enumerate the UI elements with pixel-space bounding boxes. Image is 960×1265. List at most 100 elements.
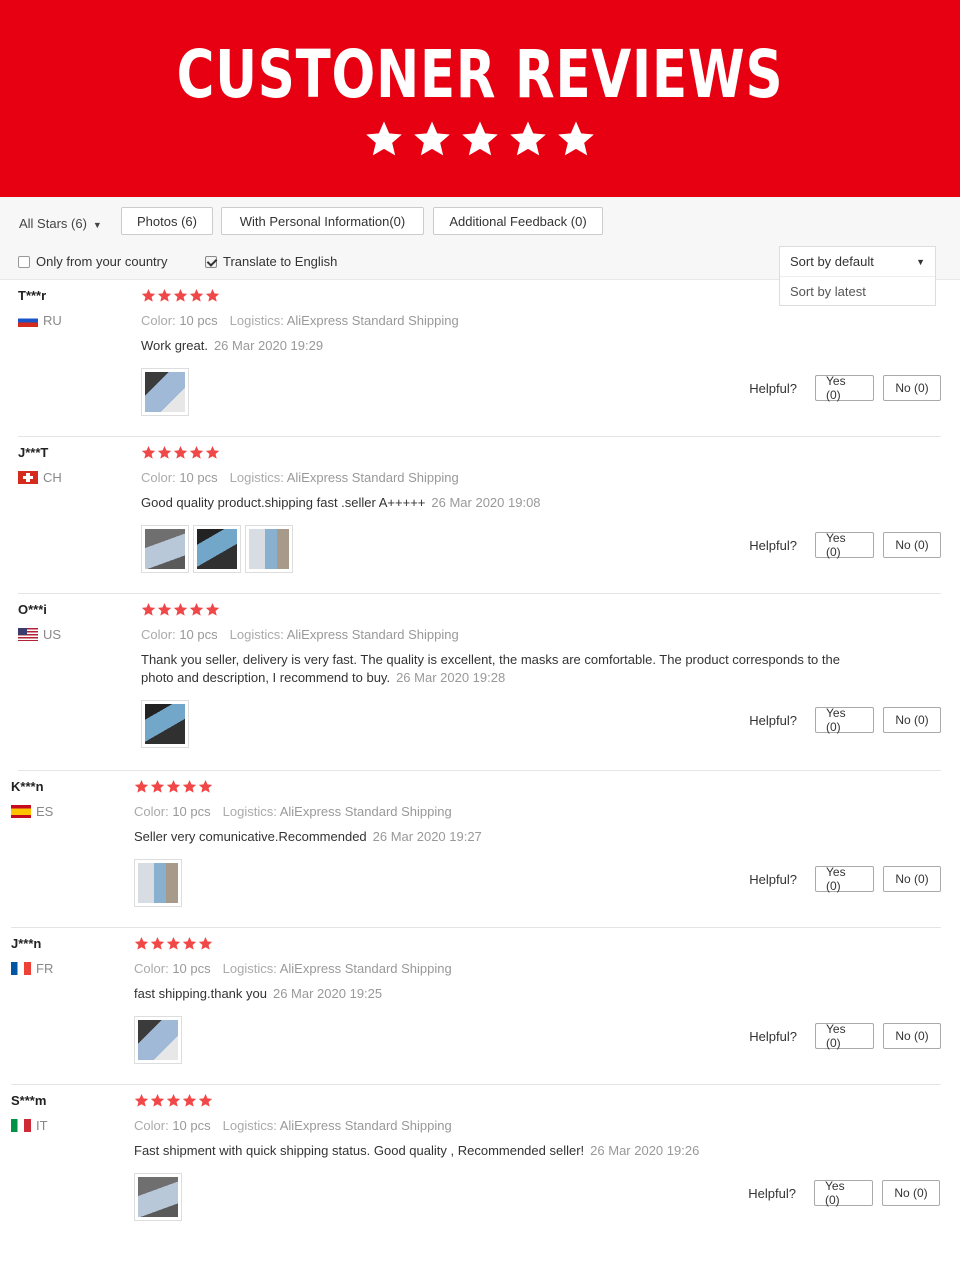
helpful-no-button[interactable]: No (0)	[883, 532, 941, 558]
star-icon	[157, 288, 172, 302]
checkbox-checked-icon	[205, 255, 217, 268]
helpful-yes-button[interactable]: Yes (0)	[814, 1179, 873, 1207]
star-icon	[141, 602, 156, 616]
star-icon	[558, 121, 594, 156]
chevron-down-icon: ▼	[916, 256, 925, 267]
review-text: fast shipping.thank you 26 Mar 2020 19:25	[134, 985, 844, 1003]
review-item: K***n ES Color: 10 pcs Logistics: AliExpres…	[11, 771, 941, 928]
review-meta: Color: 10 pcs Logistics: AliExpress Stand…	[134, 1118, 452, 1133]
review-meta: Color: 10 pcs Logistics: AliExpress Stand…	[134, 961, 452, 976]
logistics-value: AliExpress Standard Shipping	[279, 804, 452, 819]
reviewer-name: O***i	[18, 602, 47, 617]
review-item: J***T CH Color: 10 pcs Logistics: AliExpres…	[18, 437, 941, 594]
helpful-section: Helpful? Yes (0) No (0)	[749, 706, 941, 734]
helpful-no-button[interactable]: No (0)	[883, 707, 941, 733]
star-icon	[173, 602, 188, 616]
star-icon	[173, 288, 188, 302]
color-value: 10 pcs	[172, 1118, 211, 1133]
photo-image	[145, 372, 185, 412]
chevron-down-icon: ▼	[92, 220, 102, 230]
reviewer-name: T***r	[18, 288, 47, 303]
only-country-label: Only from your country	[36, 254, 168, 269]
helpful-no-button[interactable]: No (0)	[882, 1180, 940, 1206]
color-value: 10 pcs	[179, 313, 218, 328]
flag-icon	[11, 962, 31, 975]
review-photo-thumbnail[interactable]	[134, 1173, 182, 1221]
review-body: Work great.	[141, 338, 208, 353]
photo-image	[138, 1020, 178, 1060]
helpful-yes-button[interactable]: Yes (0)	[815, 865, 874, 893]
color-label: Color:	[134, 961, 169, 976]
star-icon	[510, 121, 546, 156]
star-icon	[166, 1093, 181, 1107]
flag-icon	[18, 628, 38, 641]
review-body: Good quality product.shipping fast .sell…	[141, 495, 426, 510]
rating-stars	[134, 779, 213, 794]
reviewer-name: K***n	[11, 779, 44, 794]
helpful-no-button[interactable]: No (0)	[883, 375, 941, 401]
helpful-label: Helpful?	[748, 1185, 796, 1201]
review-photos	[141, 525, 293, 573]
personal-info-filter-button[interactable]: With Personal Information(0)	[221, 207, 424, 235]
all-stars-dropdown[interactable]: All Stars (6) ▼	[19, 216, 102, 231]
star-icon	[189, 445, 204, 459]
review-photo-thumbnail[interactable]	[245, 525, 293, 573]
only-country-checkbox[interactable]: Only from your country	[18, 254, 168, 269]
all-stars-label: All Stars (6)	[19, 216, 87, 231]
star-icon	[150, 936, 165, 950]
review-meta: Color: 10 pcs Logistics: AliExpress Stand…	[134, 804, 452, 819]
review-date: 26 Mar 2020 19:28	[396, 670, 506, 685]
helpful-section: Helpful? Yes (0) No (0)	[749, 865, 941, 893]
photo-image	[197, 529, 237, 569]
review-text: Seller very comunicative.Recommended 26 M…	[134, 828, 844, 846]
star-icon	[205, 288, 220, 302]
star-icon	[182, 936, 197, 950]
helpful-section: Helpful? Yes (0) No (0)	[748, 1179, 940, 1207]
color-value: 10 pcs	[172, 961, 211, 976]
helpful-section: Helpful? Yes (0) No (0)	[749, 374, 941, 402]
translate-checkbox[interactable]: Translate to English	[205, 254, 337, 269]
review-photo-thumbnail[interactable]	[193, 525, 241, 573]
reviewer-name: J***n	[11, 936, 42, 951]
star-icon	[198, 779, 213, 793]
helpful-no-button[interactable]: No (0)	[883, 866, 941, 892]
photo-image	[138, 863, 178, 903]
checkbox-unchecked-icon	[18, 255, 30, 268]
color-value: 10 pcs	[179, 627, 218, 642]
review-photo-thumbnail[interactable]	[141, 525, 189, 573]
helpful-yes-button[interactable]: Yes (0)	[815, 706, 874, 734]
review-photo-thumbnail[interactable]	[141, 700, 189, 748]
review-photo-thumbnail[interactable]	[141, 368, 189, 416]
review-meta: Color: 10 pcs Logistics: AliExpress Stand…	[141, 470, 459, 485]
helpful-yes-button[interactable]: Yes (0)	[815, 1022, 874, 1050]
helpful-yes-button[interactable]: Yes (0)	[815, 374, 874, 402]
flag-icon	[11, 1119, 31, 1132]
review-date: 26 Mar 2020 19:08	[431, 495, 541, 510]
logistics-label: Logistics:	[222, 1118, 277, 1133]
star-icon	[150, 1093, 165, 1107]
reviewer-country: FR	[11, 961, 53, 976]
star-icon	[414, 121, 450, 156]
rating-stars	[141, 445, 220, 460]
translate-label: Translate to English	[223, 254, 338, 269]
country-code: IT	[36, 1118, 48, 1133]
color-label: Color:	[134, 1118, 169, 1133]
review-photo-thumbnail[interactable]	[134, 859, 182, 907]
logistics-label: Logistics:	[229, 470, 284, 485]
star-icon	[189, 602, 204, 616]
additional-feedback-filter-button[interactable]: Additional Feedback (0)	[433, 207, 603, 235]
review-date: 26 Mar 2020 19:29	[213, 338, 324, 353]
review-photos	[141, 368, 189, 416]
helpful-no-button[interactable]: No (0)	[883, 1023, 941, 1049]
color-label: Color:	[134, 804, 169, 819]
photo-image	[145, 704, 185, 744]
photos-filter-button[interactable]: Photos (6)	[121, 207, 213, 235]
star-icon	[462, 121, 498, 156]
review-photo-thumbnail[interactable]	[134, 1016, 182, 1064]
review-text: Fast shipment with quick shipping status…	[134, 1142, 844, 1160]
star-icon	[134, 1093, 149, 1107]
review-text: Good quality product.shipping fast .sell…	[141, 494, 851, 512]
logistics-value: AliExpress Standard Shipping	[279, 1118, 452, 1133]
helpful-yes-button[interactable]: Yes (0)	[815, 531, 874, 559]
sort-selected[interactable]: Sort by default ▼	[780, 247, 935, 277]
